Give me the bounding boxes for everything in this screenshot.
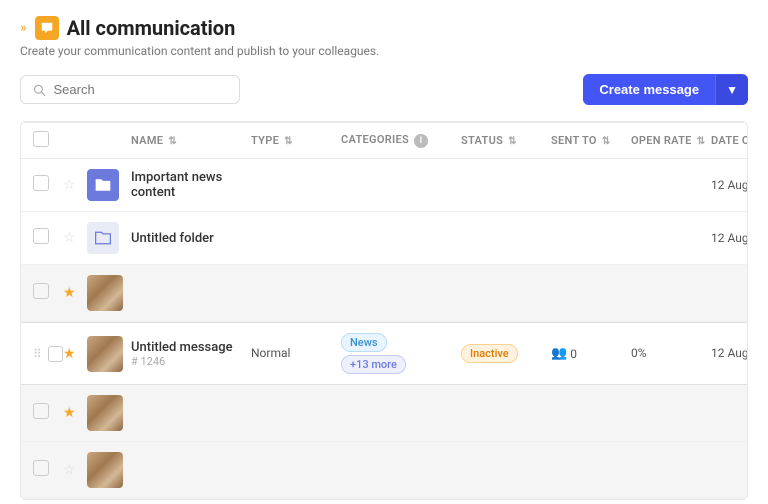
create-message-button[interactable]: Create message ▼ bbox=[583, 74, 748, 105]
row3-check[interactable] bbox=[33, 283, 63, 303]
row4-date: 12 Aug 2020 bbox=[711, 346, 748, 361]
page-subtitle: Create your communication content and pu… bbox=[20, 44, 748, 58]
row1-checkbox[interactable] bbox=[33, 175, 49, 191]
table-row: ★ bbox=[21, 385, 747, 442]
header-name[interactable]: NAME ⇅ bbox=[131, 134, 251, 147]
star-icon[interactable]: ☆ bbox=[63, 462, 76, 478]
row3-star[interactable]: ★ bbox=[63, 285, 87, 301]
header-status[interactable]: STATUS ⇅ bbox=[461, 134, 551, 147]
create-message-button-group: Create message ▼ bbox=[583, 74, 748, 105]
search-box[interactable] bbox=[20, 75, 240, 104]
row4-status: Inactive bbox=[461, 344, 551, 363]
row2-name-cell: Untitled folder bbox=[131, 231, 251, 246]
name-sort-icon: ⇅ bbox=[168, 136, 177, 147]
row2-date: 12 Aug 2020 bbox=[711, 231, 748, 246]
drag-handle-icon[interactable]: ⠿ bbox=[33, 347, 42, 361]
row4-checkbox[interactable] bbox=[48, 346, 63, 362]
page-header: » All communication bbox=[20, 16, 748, 40]
table-row: ☆ bbox=[21, 442, 747, 499]
row2-name: Untitled folder bbox=[131, 231, 214, 246]
chevrons-icon: » bbox=[20, 20, 27, 36]
openrate-sort-icon: ⇅ bbox=[697, 136, 706, 147]
create-message-dropdown-arrow[interactable]: ▼ bbox=[715, 75, 748, 105]
table-row: ⠿ ★ Untitled message # 1246 Normal News … bbox=[21, 322, 747, 385]
search-icon bbox=[33, 83, 46, 97]
table-row: ☆ Untitled folder 12 Aug 2020 ⋮ bbox=[21, 212, 747, 265]
folder-icon-dark bbox=[87, 169, 119, 201]
row2-star[interactable]: ☆ bbox=[63, 230, 87, 246]
row5-thumb bbox=[87, 395, 131, 431]
page-wrapper: » All communication Create your communic… bbox=[0, 0, 768, 500]
row2-checkbox[interactable] bbox=[33, 228, 49, 244]
type-sort-icon: ⇅ bbox=[284, 136, 293, 147]
header-datecreated[interactable]: DATE CREATED ⇅ bbox=[711, 134, 748, 147]
header-sentto[interactable]: SENT TO ⇅ bbox=[551, 134, 631, 147]
star-icon[interactable]: ☆ bbox=[63, 177, 76, 193]
row6-thumb bbox=[87, 452, 131, 488]
row2-check[interactable] bbox=[33, 228, 63, 248]
folder-icon-light bbox=[87, 222, 119, 254]
create-message-label: Create message bbox=[583, 74, 715, 105]
page-title: All communication bbox=[67, 16, 236, 40]
row6-star[interactable]: ☆ bbox=[63, 462, 87, 478]
row1-name: Important news content bbox=[131, 170, 222, 200]
row4-star[interactable]: ★ bbox=[63, 346, 87, 362]
row5-checkbox[interactable] bbox=[33, 403, 49, 419]
row1-thumb bbox=[87, 169, 131, 201]
row4-categories: News +13 more bbox=[341, 333, 461, 374]
status-sort-icon: ⇅ bbox=[508, 136, 517, 147]
star-icon[interactable]: ★ bbox=[63, 285, 76, 301]
row3-checkbox[interactable] bbox=[33, 283, 49, 299]
header-type[interactable]: TYPE ⇅ bbox=[251, 134, 341, 147]
row6-thumbnail bbox=[87, 452, 123, 488]
star-icon[interactable]: ★ bbox=[63, 405, 76, 421]
toolbar: Create message ▼ bbox=[20, 74, 748, 105]
categories-info-icon: i bbox=[414, 134, 428, 148]
star-icon[interactable]: ☆ bbox=[63, 230, 76, 246]
row4-thumb bbox=[87, 336, 131, 372]
search-input[interactable] bbox=[54, 82, 227, 97]
row3-thumbnail bbox=[87, 275, 123, 311]
header-categories[interactable]: CATEGORIES i bbox=[341, 133, 461, 148]
row4-thumbnail bbox=[87, 336, 123, 372]
badge-inactive: Inactive bbox=[461, 344, 518, 363]
row1-check[interactable] bbox=[33, 175, 63, 195]
row4-name: Untitled message bbox=[131, 340, 251, 355]
row1-date: 12 Aug 2020 bbox=[711, 178, 748, 193]
row4-name-cell: Untitled message # 1246 bbox=[131, 340, 251, 368]
row5-thumbnail bbox=[87, 395, 123, 431]
chat-icon bbox=[35, 16, 59, 40]
row6-checkbox[interactable] bbox=[33, 460, 49, 476]
row1-name-cell: Important news content bbox=[131, 170, 251, 200]
table-header-row: NAME ⇅ TYPE ⇅ CATEGORIES i STATUS ⇅ SENT… bbox=[21, 122, 747, 159]
row5-check[interactable] bbox=[33, 403, 63, 423]
row4-check[interactable]: ⠿ bbox=[33, 346, 63, 362]
header-openrate[interactable]: OPEN RATE ⇅ bbox=[631, 134, 711, 147]
communications-table: NAME ⇅ TYPE ⇅ CATEGORIES i STATUS ⇅ SENT… bbox=[20, 121, 748, 500]
row4-sentto: 👥 0 bbox=[551, 346, 631, 361]
row4-type: Normal bbox=[251, 346, 341, 361]
row6-check[interactable] bbox=[33, 460, 63, 480]
people-icon: 👥 bbox=[551, 346, 567, 361]
sent-to-value: 👥 0 bbox=[551, 346, 631, 361]
badge-news: News bbox=[341, 333, 387, 352]
table-row: ☆ Important news content 12 Aug 2020 bbox=[21, 159, 747, 212]
row1-star[interactable]: ☆ bbox=[63, 177, 87, 193]
sentto-sort-icon: ⇅ bbox=[602, 136, 611, 147]
select-all-checkbox[interactable] bbox=[33, 131, 49, 147]
star-icon[interactable]: ★ bbox=[63, 346, 76, 362]
row2-thumb bbox=[87, 222, 131, 254]
badge-more: +13 more bbox=[341, 355, 406, 374]
row4-subname: # 1246 bbox=[131, 355, 251, 368]
row4-openrate: 0% bbox=[631, 346, 711, 361]
table-row: ★ bbox=[21, 265, 747, 322]
row3-thumb bbox=[87, 275, 131, 311]
row5-star[interactable]: ★ bbox=[63, 405, 87, 421]
header-check[interactable] bbox=[33, 131, 63, 150]
